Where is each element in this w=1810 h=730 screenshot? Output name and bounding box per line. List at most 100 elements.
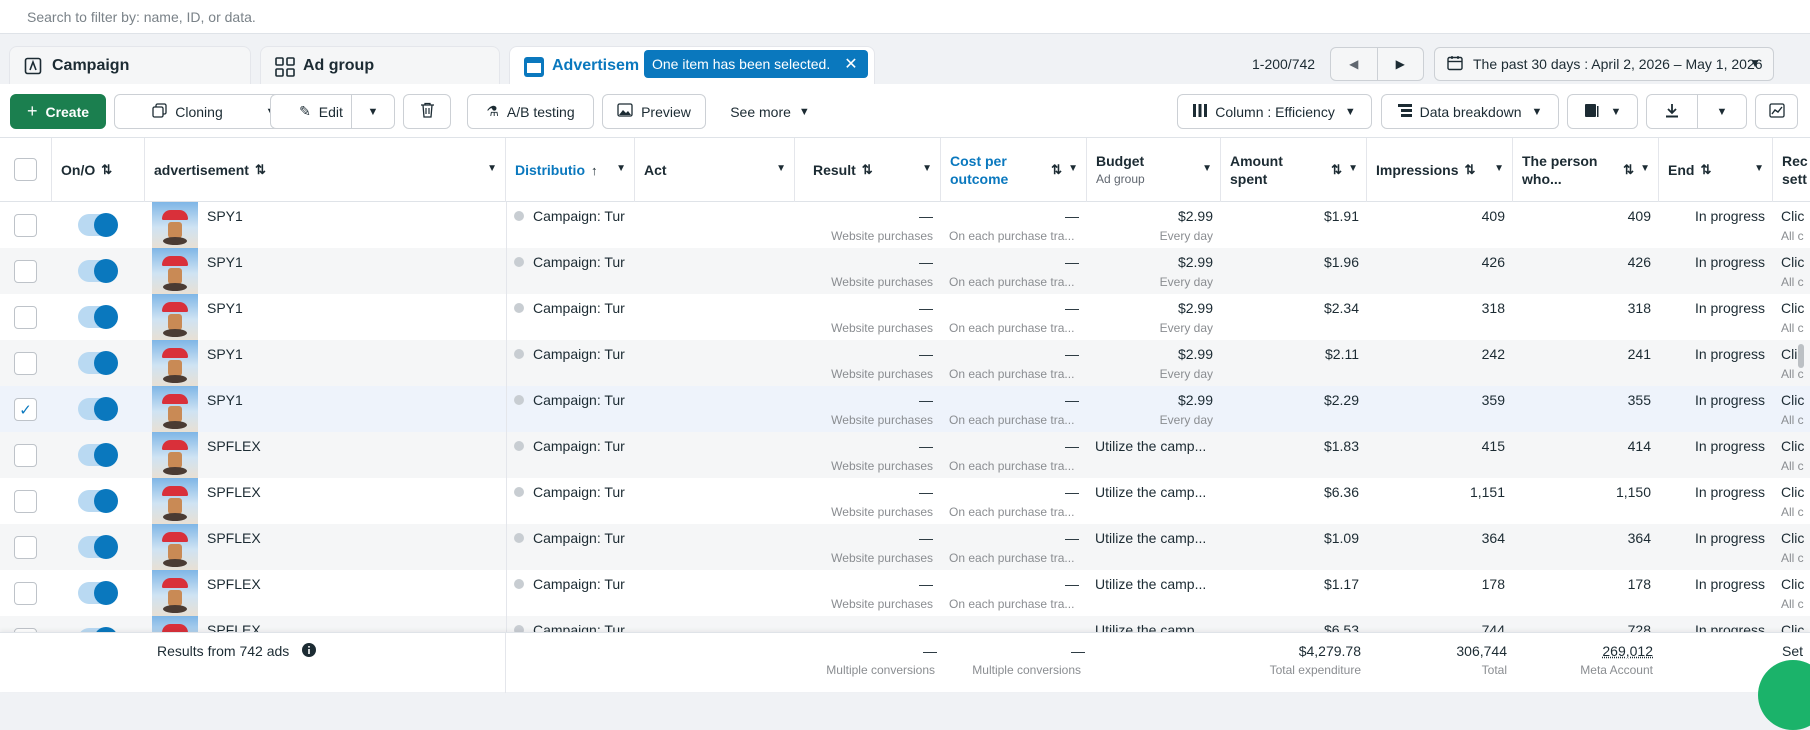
table-row[interactable]: ✓ SPY1 Campaign: Tur — Website purchases… [0,386,1810,432]
filter-search-input[interactable]: Search to filter by: name, ID, or data. [27,9,256,25]
row-checkbox[interactable] [14,260,37,283]
column-efficiency-button[interactable]: Column : Efficiency ▼ [1177,94,1372,129]
end-status: In progress [1694,438,1765,454]
delivery-toggle[interactable] [78,397,118,421]
next-page-button[interactable]: ▶ [1376,48,1424,80]
ad-thumbnail[interactable] [152,432,198,478]
ad-name[interactable]: SPY1 [207,346,243,362]
ad-name[interactable]: SPY1 [207,392,243,408]
header-distribution[interactable]: Distributio ↑ ▼ [506,138,635,202]
ad-thumbnail[interactable] [152,202,198,248]
table-row[interactable]: SPY1 Campaign: Tur — Website purchases —… [0,202,1810,248]
row-checkbox[interactable] [14,306,37,329]
reports-button[interactable]: ▼ [1567,94,1638,129]
ad-thumbnail[interactable] [152,294,198,340]
ad-name[interactable]: SPY1 [207,254,243,270]
rec-sub: All c [1781,367,1804,381]
delivery-toggle[interactable] [78,535,118,559]
header-advertisement[interactable]: advertisement ⇅ ▼ [145,138,506,202]
date-range-label: The past 30 days : April 2, 2026 – May 1… [1473,56,1763,72]
header-impressions[interactable]: Impressions ⇅ ▼ [1367,138,1513,202]
prev-page-button[interactable]: ◀ [1331,48,1377,80]
header-end[interactable]: End ⇅ ▼ [1659,138,1773,202]
cpo-value: — [1065,484,1079,500]
vertical-scrollbar[interactable] [1798,344,1804,368]
see-more-button[interactable]: See more ▼ [722,94,818,129]
ad-thumbnail[interactable] [152,248,198,294]
header-person[interactable]: The person who... ⇅ ▼ [1513,138,1659,202]
delivery-toggle[interactable] [78,259,118,283]
breakdown-label: Data breakdown [1419,103,1522,120]
data-breakdown-button[interactable]: Data breakdown ▼ [1381,94,1559,129]
header-cost-per-outcome[interactable]: Cost per outcome ⇅ ▼ [941,138,1087,202]
breakdown-icon [1397,103,1412,120]
delivery-toggle[interactable] [78,581,118,605]
header-amount-spent[interactable]: Amount spent ⇅ ▼ [1221,138,1367,202]
grid-icon [275,56,295,77]
chart-view-button[interactable] [1755,94,1798,129]
ab-testing-button[interactable]: ⚗ A/B testing [467,94,594,129]
budget-sub: Every day [1159,321,1213,335]
ad-thumbnail[interactable] [152,386,198,432]
rec-value: Clic [1781,576,1805,592]
sort-icon: ⇅ [1700,162,1712,177]
tab-ad-group-label: Ad group [303,56,375,74]
delivery-toggle[interactable] [78,351,118,375]
chevron-down-icon: ▼ [776,163,786,174]
table-row[interactable]: SPFLEX Campaign: Tur — Website purchases… [0,432,1810,478]
delivery-toggle[interactable] [78,443,118,467]
ad-name[interactable]: SPY1 [207,208,243,224]
row-checkbox[interactable] [14,582,37,605]
header-result[interactable]: Result ⇅ ▼ [795,138,941,202]
export-dropdown[interactable]: ▼ [1697,94,1747,129]
create-button[interactable]: + Create [10,94,106,129]
header-onoff[interactable]: On/O ⇅ [52,138,145,202]
filter-search-bar[interactable]: Search to filter by: name, ID, or data. [0,0,1810,34]
export-button[interactable] [1646,94,1698,129]
result-sub: Website purchases [831,413,933,427]
info-icon[interactable] [302,643,316,660]
tab-ad-group[interactable]: Ad group [260,46,500,84]
row-checkbox[interactable] [14,490,37,513]
clear-selection-icon[interactable]: ✕ [844,54,857,74]
header-recommendation[interactable]: Rec sett [1773,138,1810,202]
row-checkbox[interactable] [14,444,37,467]
ad-thumbnail[interactable] [152,478,198,524]
preview-button[interactable]: Preview [602,94,706,129]
chevron-down-icon: ▼ [367,105,379,118]
rec-sub: All c [1781,551,1804,565]
table-row[interactable]: SPY1 Campaign: Tur — Website purchases —… [0,340,1810,386]
sort-icon: ⇅ [1331,162,1342,177]
header-act[interactable]: Act ▼ [635,138,795,202]
edit-dropdown[interactable]: ▼ [351,94,395,129]
table-row[interactable]: SPY1 Campaign: Tur — Website purchases —… [0,248,1810,294]
row-checkbox[interactable] [14,214,37,237]
header-budget[interactable]: Budget Ad group ▼ [1087,138,1221,202]
ad-name[interactable]: SPFLEX [207,484,261,500]
date-range-picker[interactable]: The past 30 days : April 2, 2026 – May 1… [1434,47,1774,81]
row-checkbox[interactable]: ✓ [14,398,37,421]
ad-name[interactable]: SPFLEX [207,438,261,454]
ad-name[interactable]: SPFLEX [207,530,261,546]
delete-button[interactable] [403,94,451,129]
delivery-toggle[interactable] [78,213,118,237]
table-row[interactable]: SPFLEX Campaign: Tur — Website purchases… [0,524,1810,570]
ad-thumbnail[interactable] [152,340,198,386]
cloning-button[interactable]: Cloning [114,94,261,129]
ad-name[interactable]: SPFLEX [207,576,261,592]
select-all-checkbox[interactable] [14,158,37,181]
distribution-status: Campaign: Tur [514,576,625,592]
table-row[interactable]: SPFLEX Campaign: Tur — Website purchases… [0,570,1810,616]
tab-campaign[interactable]: Campaign [9,46,251,84]
table-row[interactable]: SPY1 Campaign: Tur — Website purchases —… [0,294,1810,340]
row-checkbox[interactable] [14,536,37,559]
ad-thumbnail[interactable] [152,524,198,570]
table-row[interactable]: SPFLEX Campaign: Tur — Website purchases… [0,478,1810,524]
distribution-status: Campaign: Tur [514,346,625,362]
ad-thumbnail[interactable] [152,570,198,616]
ad-name[interactable]: SPY1 [207,300,243,316]
row-checkbox[interactable] [14,352,37,375]
delivery-toggle[interactable] [78,305,118,329]
amount-spent-value: $6.36 [1323,484,1359,500]
delivery-toggle[interactable] [78,489,118,513]
